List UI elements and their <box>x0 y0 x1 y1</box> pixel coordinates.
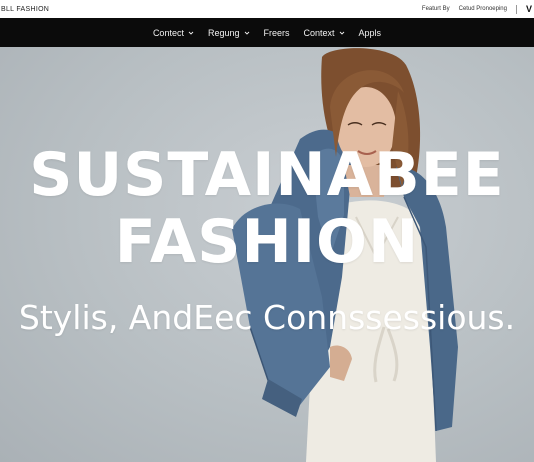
nav-item-label: Appls <box>358 27 382 38</box>
top-link-featured[interactable]: Featurt By <box>422 6 450 12</box>
nav-item-freers[interactable]: Freers <box>264 28 290 38</box>
chevron-down-icon <box>188 30 194 36</box>
hero-headline-line1: SUSTAINABEE <box>29 140 505 210</box>
chevron-down-icon <box>244 30 250 36</box>
nav-item-label: Freers <box>263 27 290 38</box>
nav-item-contect[interactable]: Contect <box>153 28 194 38</box>
nav-item-appls[interactable]: Appls <box>359 28 382 38</box>
top-divider <box>515 4 517 14</box>
nav-item-regung[interactable]: Regung <box>208 28 250 38</box>
nav-item-label: Regung <box>207 27 240 38</box>
nav-item-label: Contect <box>152 27 184 38</box>
top-link-pronoeping[interactable]: Cetud Pronoeping <box>459 6 507 12</box>
top-links: Featurt By Cetud Pronoeping V <box>422 4 534 14</box>
top-utility-bar: BLL FASHION Featurt By Cetud Pronoeping … <box>0 0 534 18</box>
nav-item-label: Context <box>303 27 335 38</box>
nav-item-context[interactable]: Context <box>304 28 345 38</box>
top-cut-off-text[interactable]: V <box>526 4 532 14</box>
hero-section: SUSTAINABEE FASHION Stylis, AndEec Conns… <box>0 47 534 462</box>
chevron-down-icon <box>339 30 345 36</box>
hero-headline-line2: FASHION <box>114 207 420 277</box>
hero-tagline: Stylis, AndEec Connssessious. <box>18 298 516 337</box>
main-nav: Contect Regung Freers Context Appls <box>0 18 534 47</box>
brand-logo[interactable]: BLL FASHION <box>0 6 49 13</box>
